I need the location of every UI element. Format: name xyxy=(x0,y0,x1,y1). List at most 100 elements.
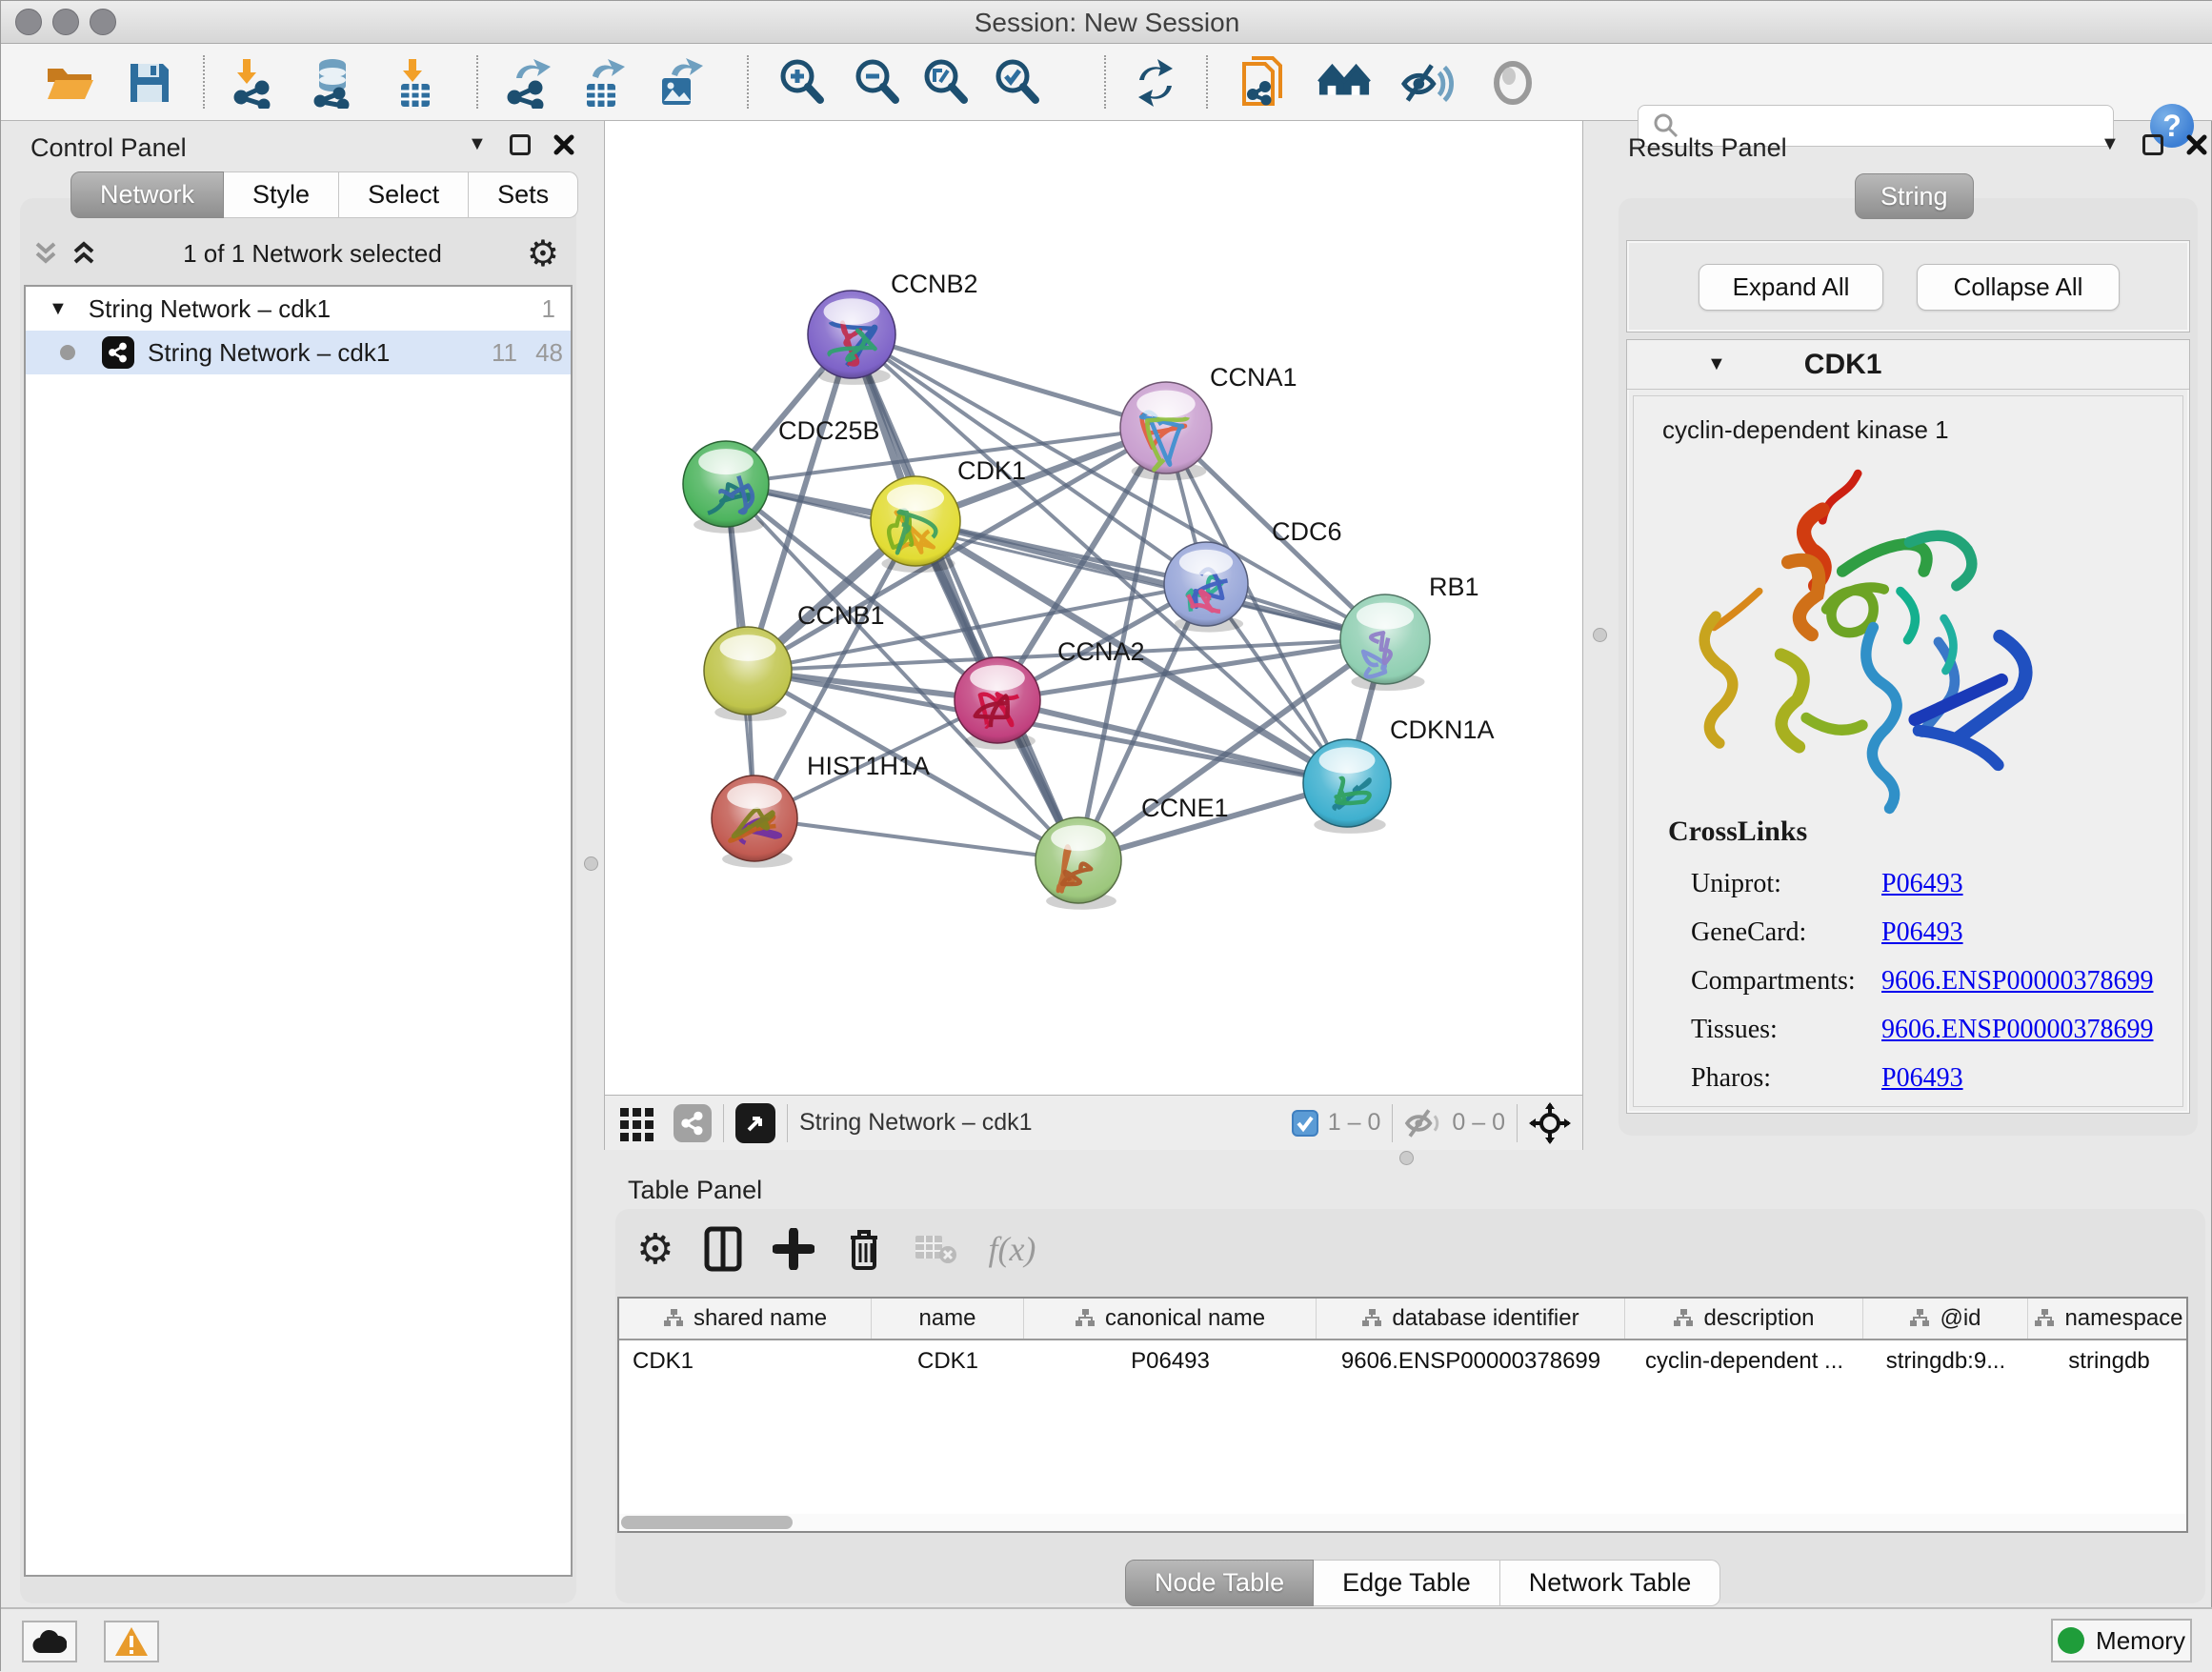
table-options-gear-icon[interactable]: ⚙ xyxy=(636,1225,674,1274)
tree-expander-icon[interactable]: ▼ xyxy=(49,298,68,320)
show-columns-icon[interactable] xyxy=(704,1226,742,1272)
import-network-icon xyxy=(230,57,281,109)
export-table-icon xyxy=(577,57,629,109)
results-panel-close-icon[interactable] xyxy=(2186,134,2207,155)
open-folder-icon xyxy=(44,57,95,109)
node-HIST1H1A[interactable] xyxy=(712,776,797,868)
network-row[interactable]: String Network – cdk1 11 48 xyxy=(26,331,571,374)
delete-column-icon[interactable] xyxy=(845,1226,883,1272)
results-panel-float-icon[interactable] xyxy=(2142,134,2163,155)
node-CDK1[interactable] xyxy=(871,476,960,573)
table-cell[interactable]: stringdb:9... xyxy=(1863,1340,2028,1382)
tab-style[interactable]: Style xyxy=(224,171,339,218)
table-row[interactable]: CDK1CDK1P064939606.ENSP00000378699cyclin… xyxy=(619,1340,2186,1382)
export-table-button[interactable] xyxy=(576,56,630,110)
expand-all-button[interactable]: Expand All xyxy=(1699,264,1883,311)
node-CDC25B[interactable] xyxy=(683,441,769,534)
birds-eye-toggle-button[interactable] xyxy=(1486,56,1539,110)
network-collection-label: String Network – cdk1 xyxy=(89,294,331,324)
zoom-out-button[interactable] xyxy=(851,56,904,110)
column-header-canonical-name[interactable]: canonical name xyxy=(1024,1299,1317,1339)
node-CDKN1A[interactable] xyxy=(1303,739,1391,834)
crosslink-link[interactable]: P06493 xyxy=(1881,869,1963,899)
column-header-database-identifier[interactable]: database identifier xyxy=(1317,1299,1625,1339)
column-header-name[interactable]: name xyxy=(872,1299,1024,1339)
crosslink-link[interactable]: 9606.ENSP00000378699 xyxy=(1881,966,2153,997)
tab-select[interactable]: Select xyxy=(339,171,469,218)
gene-section-header[interactable]: ▼ CDK1 xyxy=(1627,340,2189,390)
node-CCNA2[interactable] xyxy=(955,657,1040,750)
table-cell[interactable]: stringdb xyxy=(2028,1340,2188,1382)
gene-section-expander-icon[interactable]: ▼ xyxy=(1707,353,1726,375)
edge-CCNA2-CDKN1A[interactable] xyxy=(997,700,1347,783)
cloud-button[interactable] xyxy=(22,1621,77,1662)
right-splitter-handle[interactable] xyxy=(1593,628,1607,642)
table-cell[interactable]: CDK1 xyxy=(619,1340,872,1382)
column-header-shared-name[interactable]: shared name xyxy=(619,1299,872,1339)
export-network-button[interactable] xyxy=(502,56,555,110)
crosslink-link[interactable]: P06493 xyxy=(1881,1063,1963,1094)
edge-HIST1H1A-CCNE1[interactable] xyxy=(754,818,1078,860)
column-header-@id[interactable]: @id xyxy=(1863,1299,2028,1339)
control-panel-float-icon[interactable] xyxy=(510,134,531,155)
toolbar-separator xyxy=(747,55,749,109)
node-RB1[interactable] xyxy=(1340,594,1430,691)
table-hscrollbar-thumb[interactable] xyxy=(621,1516,793,1529)
collapse-all-button[interactable]: Collapse All xyxy=(1917,264,2120,311)
results-tab-string[interactable]: String xyxy=(1855,173,1974,219)
warnings-button[interactable] xyxy=(104,1621,159,1662)
edge-CCNB2-CCNA1[interactable] xyxy=(852,334,1166,428)
control-panel-close-icon[interactable] xyxy=(553,134,574,155)
left-splitter-handle[interactable] xyxy=(584,856,598,871)
table-cell[interactable]: P06493 xyxy=(1024,1340,1317,1382)
selected-checkbox-icon[interactable] xyxy=(1292,1110,1318,1137)
node-CCNA1[interactable] xyxy=(1120,382,1212,480)
zoom-fit-button[interactable] xyxy=(919,56,973,110)
zoom-in-button[interactable] xyxy=(775,56,829,110)
node-table[interactable]: shared namenamecanonical namedatabase id… xyxy=(617,1297,2188,1533)
grid-view-icon[interactable] xyxy=(618,1104,656,1142)
tab-network-table[interactable]: Network Table xyxy=(1500,1560,1721,1606)
import-network-file-button[interactable] xyxy=(229,56,282,110)
import-network-database-button[interactable] xyxy=(306,56,359,110)
home-networks-button[interactable] xyxy=(1317,56,1371,110)
network-collection-row[interactable]: ▼ String Network – cdk1 1 xyxy=(26,287,571,331)
results-panel-collapse-icon[interactable]: ▼ xyxy=(2101,133,2120,155)
add-column-icon[interactable] xyxy=(773,1228,814,1270)
tab-network[interactable]: Network xyxy=(70,171,224,218)
node-CCNB1[interactable] xyxy=(704,627,792,721)
node-CDC6[interactable] xyxy=(1164,542,1248,633)
collapse-all-icon[interactable] xyxy=(31,239,60,268)
column-header-description[interactable]: description xyxy=(1625,1299,1863,1339)
open-session-button[interactable] xyxy=(43,56,96,110)
network-graph[interactable]: CCNB2CCNA1CDC25BCDK1CDC6RB1CCNB1CCNA2CDK… xyxy=(605,121,1582,1093)
tab-edge-table[interactable]: Edge Table xyxy=(1314,1560,1500,1606)
node-CCNE1[interactable] xyxy=(1036,817,1121,910)
bottom-splitter-handle[interactable] xyxy=(1399,1151,1414,1165)
string-view-icon[interactable] xyxy=(674,1104,712,1142)
birdseye-view-icon[interactable] xyxy=(735,1103,775,1143)
refresh-view-button[interactable] xyxy=(1129,56,1182,110)
table-cell[interactable]: 9606.ENSP00000378699 xyxy=(1317,1340,1625,1382)
pan-crosshair-icon[interactable] xyxy=(1529,1102,1571,1144)
zoom-selected-button[interactable] xyxy=(991,56,1044,110)
memory-button[interactable]: Memory xyxy=(2051,1619,2192,1662)
network-canvas[interactable]: CCNB2CCNA1CDC25BCDK1CDC6RB1CCNB1CCNA2CDK… xyxy=(604,121,1583,1095)
tab-sets[interactable]: Sets xyxy=(469,171,578,218)
table-cell[interactable]: CDK1 xyxy=(872,1340,1024,1382)
column-header-namespace[interactable]: namespace xyxy=(2028,1299,2188,1339)
table-cell[interactable]: cyclin-dependent ... xyxy=(1625,1340,1863,1382)
string-import-button[interactable] xyxy=(1237,56,1290,110)
control-panel-collapse-icon[interactable]: ▼ xyxy=(468,133,487,155)
hide-unhide-button[interactable] xyxy=(1400,56,1454,110)
save-session-button[interactable] xyxy=(123,56,176,110)
table-hscrollbar[interactable] xyxy=(619,1514,2186,1531)
import-table-icon xyxy=(390,57,441,109)
import-table-file-button[interactable] xyxy=(389,56,442,110)
expand-all-icon[interactable] xyxy=(70,239,98,268)
tab-node-table[interactable]: Node Table xyxy=(1125,1560,1314,1606)
export-image-button[interactable] xyxy=(654,56,707,110)
network-options-gear-icon[interactable]: ⚙ xyxy=(527,232,559,274)
crosslink-link[interactable]: P06493 xyxy=(1881,917,1963,948)
crosslink-link[interactable]: 9606.ENSP00000378699 xyxy=(1881,1015,2153,1045)
